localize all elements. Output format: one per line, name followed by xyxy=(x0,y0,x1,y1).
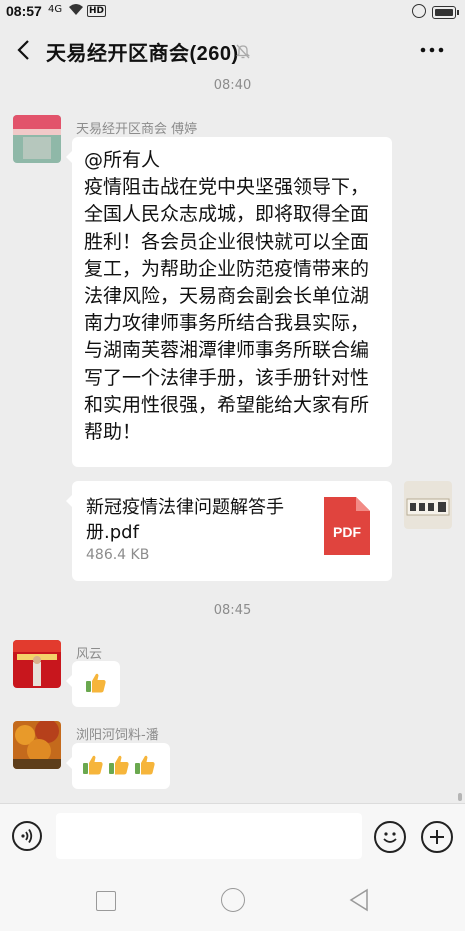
chat-title: 天易经开区商会(260) xyxy=(46,43,239,65)
avatar[interactable] xyxy=(13,115,61,163)
svg-text:PDF: PDF xyxy=(333,524,361,540)
chat-header: 天易经开区商会(260) xyxy=(0,24,465,78)
message-line: 与湖南芙蓉湘潭律师事务所联合编 xyxy=(84,339,370,362)
file-message[interactable]: 新冠疫情法律问题解答手 册.pdf 486.4 KB PDF xyxy=(66,481,392,581)
more-functions-button[interactable] xyxy=(421,821,453,853)
avatar[interactable] xyxy=(13,721,61,769)
voice-icon xyxy=(21,828,33,844)
input-bar xyxy=(0,803,465,870)
thumbs-up-icon xyxy=(109,755,129,775)
rotation-lock-icon xyxy=(412,4,426,18)
system-back-button[interactable] xyxy=(348,888,370,912)
back-button[interactable] xyxy=(12,38,36,62)
more-dots-icon xyxy=(420,47,444,53)
thumbs-up-icon xyxy=(86,673,106,693)
avatar[interactable] xyxy=(404,481,452,529)
thumbs-up-icon xyxy=(135,755,155,775)
message-line: 和实用性很强，希望能给大家有所 xyxy=(84,393,370,416)
sender-name: 浏阳河饲料-潘 xyxy=(76,728,159,743)
message-bubble[interactable] xyxy=(66,661,120,707)
sender-name: 风云 xyxy=(76,647,103,662)
message-line: 法律风险，天易商会副会长单位湖 xyxy=(84,285,370,308)
message-input[interactable] xyxy=(56,813,362,859)
home-button[interactable] xyxy=(221,888,245,912)
avatar[interactable] xyxy=(13,640,61,688)
message-line: 南力攻律师事务所结合我县实际， xyxy=(84,312,370,335)
more-options-button[interactable] xyxy=(418,38,446,62)
message-bubble[interactable] xyxy=(66,743,170,789)
message-line: @所有人 xyxy=(84,149,161,171)
thumbs-up-icon xyxy=(83,755,103,775)
mute-bell-icon xyxy=(234,42,252,60)
smiley-icon xyxy=(383,832,397,843)
plus-icon xyxy=(430,830,444,844)
triangle-back-icon xyxy=(349,888,368,912)
scroll-indicator xyxy=(458,793,462,801)
wifi-icon xyxy=(68,2,84,20)
message-line: 疫情阻击战在党中央坚强领导下， xyxy=(84,176,370,199)
message-line: 全国人民众志成城，即将取得全面 xyxy=(84,203,370,226)
voice-input-button[interactable] xyxy=(12,821,42,851)
signal-icon: 4G xyxy=(48,4,63,15)
message-bubble[interactable]: @所有人 疫情阻击战在党中央坚强领导下， 全国人民众志成城，即将取得全面 胜利！… xyxy=(66,137,392,467)
timestamp: 08:45 xyxy=(213,603,252,618)
battery-icon xyxy=(432,6,459,19)
pdf-file-icon: PDF xyxy=(324,497,370,555)
file-size: 486.4 KB xyxy=(86,547,150,563)
sender-name: 天易经开区商会 傅婷 xyxy=(76,122,198,137)
emoji-button[interactable] xyxy=(374,821,406,853)
message-line: 帮助！ xyxy=(84,421,142,444)
system-nav-bar xyxy=(0,870,465,931)
chevron-left-icon xyxy=(17,40,29,60)
clock: 08:57 xyxy=(6,3,42,19)
message-line: 胜利！各会员企业很快就可以全面 xyxy=(84,230,370,253)
message-line: 写了一个法律手册，该手册针对性 xyxy=(84,366,370,389)
message-line: 复工，为帮助企业防范疫情带来的 xyxy=(84,257,370,280)
file-name: 新冠疫情法律问题解答手 册.pdf xyxy=(86,497,284,543)
status-bar: 08:57 4G HD xyxy=(0,0,465,24)
hd-icon: HD xyxy=(87,5,107,17)
recent-apps-button[interactable] xyxy=(96,891,116,911)
timestamp: 08:40 xyxy=(213,78,252,93)
